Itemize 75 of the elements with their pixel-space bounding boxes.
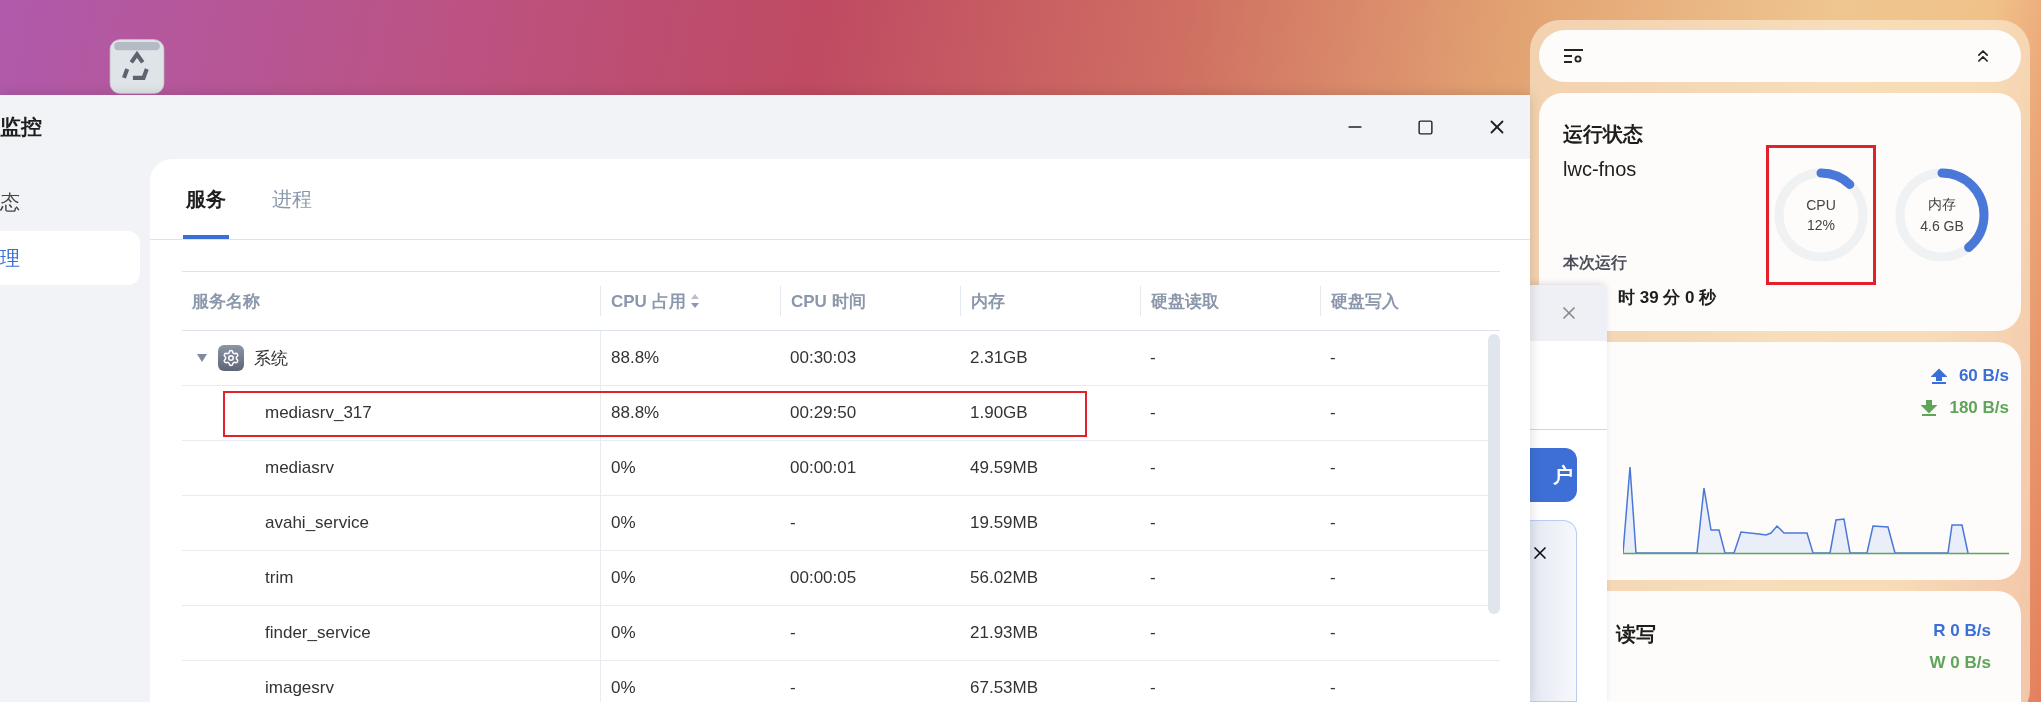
table-cell-text: -	[1329, 622, 1337, 644]
column-header[interactable]: 内存	[971, 289, 1005, 313]
gauge-reading: 4.6 GB	[1920, 218, 1964, 234]
tab[interactable]: 进程	[269, 159, 315, 239]
table-cell-text: 00:00:01	[789, 457, 858, 479]
tab[interactable]: 服务	[183, 159, 229, 239]
table-cell-text: -	[1329, 457, 1337, 479]
column-header[interactable]: CPU 占用	[611, 289, 686, 313]
table-cell-text: 00:30:03	[789, 347, 858, 369]
table-cell-text: 67.53MB	[969, 677, 1040, 699]
upload-rate: 60 B/s	[1930, 366, 2009, 386]
window-title: 监控	[0, 114, 42, 140]
table-cell: 0%	[600, 551, 780, 605]
column-header[interactable]: 服务名称	[192, 289, 260, 313]
table-cell: 88.8%	[600, 331, 780, 385]
table-cell-text: 49.59MB	[969, 457, 1040, 479]
table-cell: 0%	[600, 496, 780, 550]
download-rate: 180 B/s	[1921, 398, 2009, 418]
column-header[interactable]: CPU 时间	[791, 289, 866, 313]
card-title: 运行状态	[1563, 122, 1644, 147]
write-rate: W 0 B/s	[1929, 653, 1991, 673]
table-cell-text: -	[1149, 347, 1157, 369]
table-cell-text: -	[1329, 677, 1337, 699]
service-name: avahi_service	[265, 513, 369, 533]
table-cell-text: 56.02MB	[969, 567, 1040, 589]
table-cell-text: 19.59MB	[969, 512, 1040, 534]
sidebar-item[interactable]: 理	[0, 231, 140, 285]
table-cell-text: -	[1149, 677, 1157, 699]
gauge-label: CPU	[1806, 197, 1836, 213]
table-cell: 0%	[600, 441, 780, 495]
host-name: lwc-fnos	[1563, 158, 1638, 181]
service-name: 系统	[254, 347, 288, 370]
table-cell-text: 2.31GB	[969, 347, 1029, 369]
primary-button[interactable]: 户	[1530, 448, 1577, 502]
table-cell-text: -	[1329, 512, 1337, 534]
column-header[interactable]: 硬盘写入	[1331, 289, 1399, 313]
table-cell-text: 00:29:50	[789, 402, 858, 424]
download-icon	[1921, 400, 1938, 416]
expand-caret-icon[interactable]	[196, 353, 208, 363]
uptime-label: 本次运行	[1563, 253, 1628, 273]
read-rate: R 0 B/s	[1933, 621, 1991, 641]
gauge-label: 内存	[1928, 196, 1956, 214]
upload-icon	[1930, 368, 1947, 384]
column-header[interactable]: 硬盘读取	[1151, 289, 1219, 313]
maximize-icon[interactable]	[1417, 118, 1434, 136]
table-cell-text: 1.90GB	[969, 402, 1029, 424]
table-cell-text: -	[1149, 402, 1157, 424]
sidebar-item[interactable]: 态	[0, 175, 140, 229]
table-cell: 88.8%	[600, 386, 780, 440]
table-cell-text: -	[1149, 567, 1157, 589]
table-cell-text: 21.93MB	[969, 622, 1040, 644]
table-cell-text: -	[1149, 512, 1157, 534]
table-cell-text: -	[1329, 567, 1337, 589]
table-cell: 0%	[600, 606, 780, 660]
table-cell-text: -	[1329, 402, 1337, 424]
uptime-value: 时 39 分 0 秒	[1618, 287, 1718, 309]
service-name: mediasrv_317	[265, 403, 372, 423]
system-gear-icon	[218, 345, 244, 371]
table-cell-text: -	[789, 512, 797, 534]
table-cell-text: -	[1329, 347, 1337, 369]
table-cell: 0%	[600, 661, 780, 702]
service-name: imagesrv	[265, 678, 334, 698]
gauge-reading: 12%	[1807, 217, 1835, 233]
card-title: 读写	[1616, 622, 1657, 647]
table-cell-text: -	[789, 677, 797, 699]
list-settings-icon[interactable]	[1563, 48, 1583, 64]
sort-icon[interactable]	[689, 293, 700, 309]
service-name: mediasrv	[265, 458, 334, 478]
service-name: trim	[265, 568, 294, 588]
scrollbar[interactable]	[1488, 334, 1500, 614]
service-name: finder_service	[265, 623, 371, 643]
table-cell-text: -	[789, 622, 797, 644]
table-cell-text: -	[1149, 457, 1157, 479]
table-cell-text: 00:00:05	[789, 567, 858, 589]
table-cell-text: -	[1149, 622, 1157, 644]
